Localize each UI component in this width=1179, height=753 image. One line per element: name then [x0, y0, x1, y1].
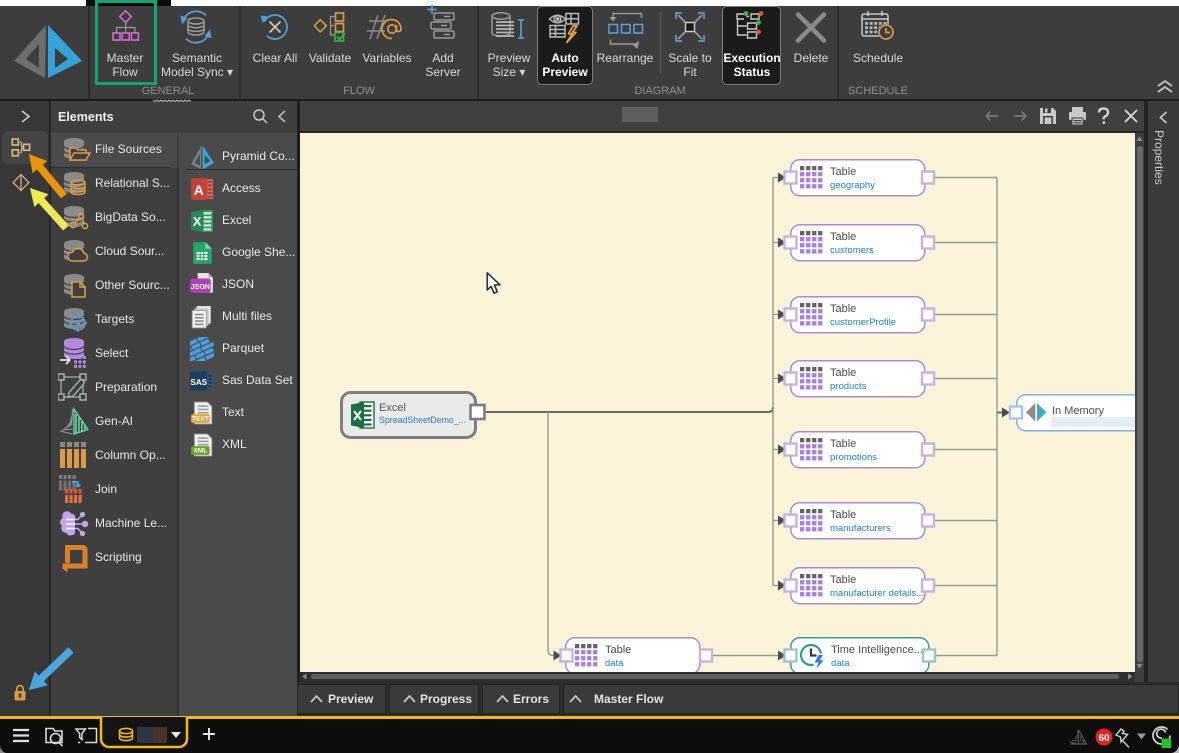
svg-text:60: 60 — [1098, 733, 1110, 744]
